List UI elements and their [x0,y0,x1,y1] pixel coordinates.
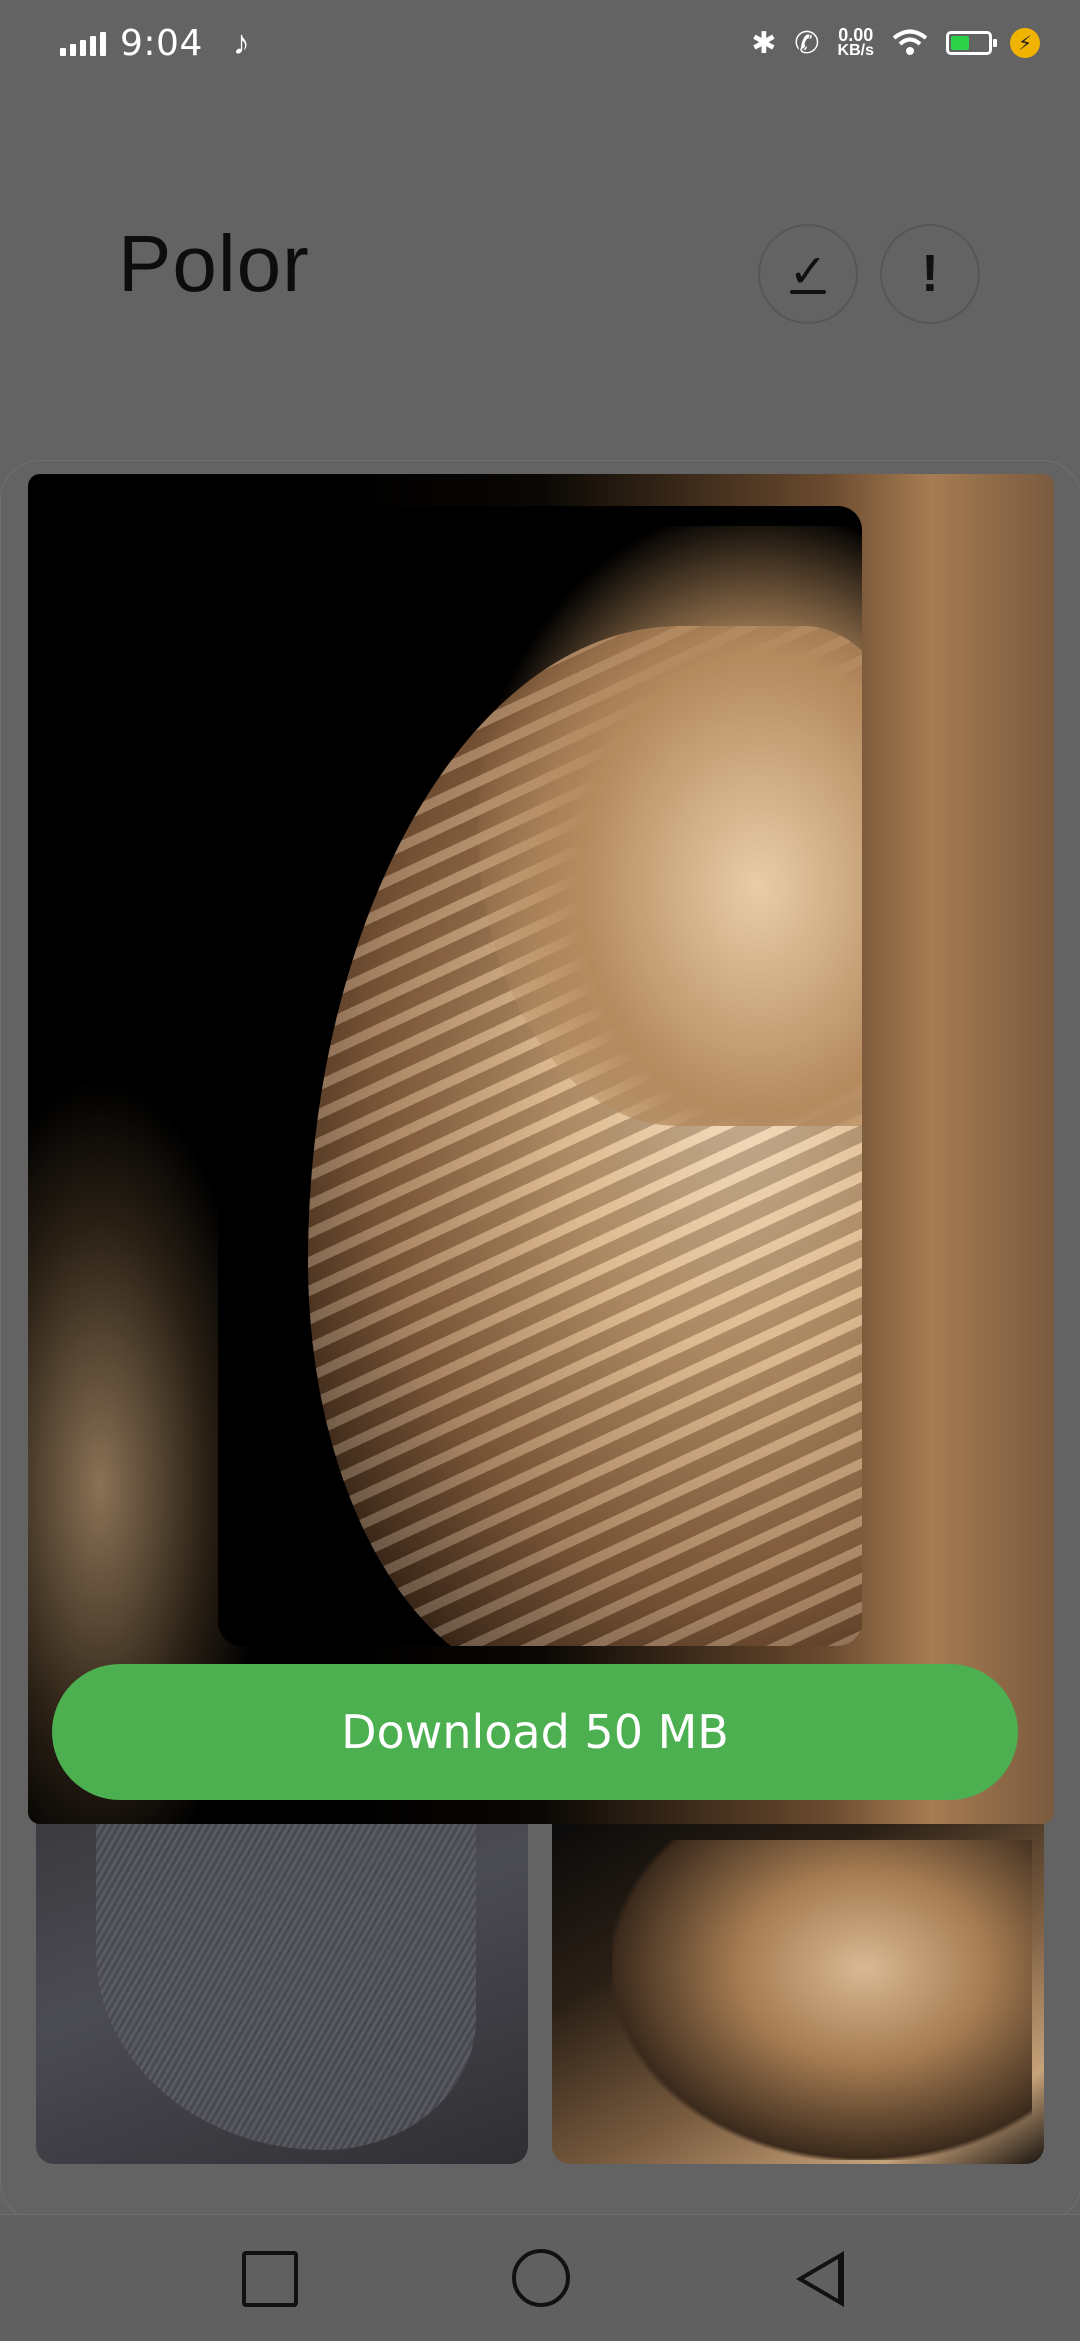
wallpaper-preview[interactable] [28,474,1054,1824]
home-button[interactable] [512,2249,570,2307]
battery-icon [946,31,997,55]
download-button[interactable]: Download 50 MB [52,1664,1018,1800]
music-note-icon: ♪ [232,23,250,62]
feathers-image [612,1840,1032,2160]
charging-icon: ⚡ [1010,28,1040,58]
feather-highlight [478,526,862,1126]
underline-icon [790,290,826,294]
speed-unit: KB/s [837,42,874,59]
page-title: Polor [118,219,310,308]
status-time: 9:04 [120,22,203,64]
back-button[interactable] [796,2251,844,2307]
fabric-image [96,1820,476,2150]
wallpaper-thumbnail[interactable] [36,1820,528,2164]
network-speed: 0.00 KB/s [837,25,874,59]
wallpaper-thumbnail[interactable] [552,1820,1044,2164]
recent-apps-button[interactable] [242,2251,298,2307]
bluetooth-icon: ✱ [751,26,777,60]
downloads-button[interactable]: ✓ [758,224,858,324]
navigation-bar [0,2214,1080,2341]
speed-value: 0.00 [838,25,874,45]
wifi-icon [892,29,928,55]
preview-image [218,506,862,1646]
checkmark-icon: ✓ [788,245,828,297]
exclamation-icon: ! [921,245,939,303]
info-button[interactable]: ! [880,224,980,324]
status-bar: 9:04 ♪ ✱ ✆ 0.00 KB/s ⚡ [0,0,1080,90]
signal-icon [60,30,106,56]
wifi-calling-icon: ✆ [794,26,820,60]
